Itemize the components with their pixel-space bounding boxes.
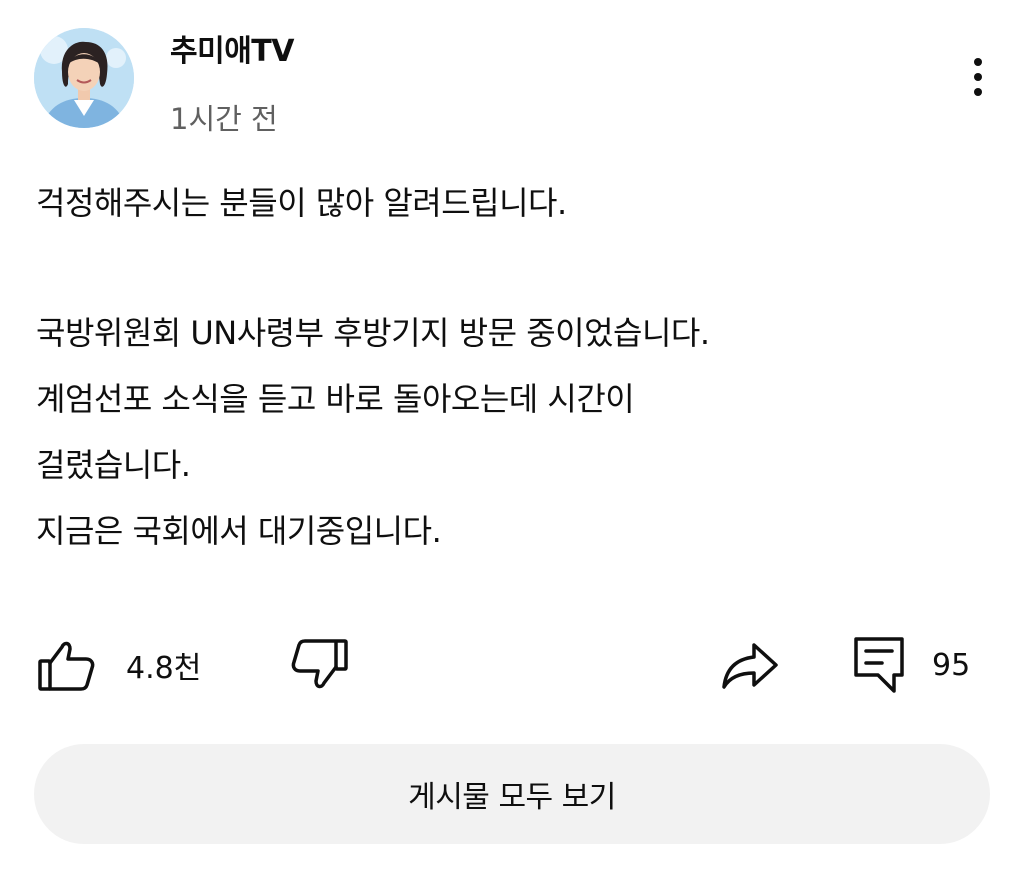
- share-button[interactable]: [720, 634, 780, 696]
- post-time: 1시간 전: [170, 102, 278, 136]
- like-button[interactable]: [36, 634, 98, 696]
- post-line: 걱정해주시는 분들이 많아 알려드립니다.: [36, 184, 567, 222]
- like-count: 4.8천: [126, 651, 202, 686]
- comment-icon: [854, 637, 904, 693]
- comment-count: 95: [932, 647, 971, 683]
- post-line: 계엄선포 소식을 듣고 바로 돌아오는데 시간이: [36, 380, 635, 418]
- thumbs-up-icon: [38, 641, 95, 691]
- profile-photo: [34, 28, 134, 128]
- avatar[interactable]: [34, 28, 134, 128]
- thumbs-down-icon: [291, 639, 348, 689]
- post-line: 걸렸습니다.: [36, 446, 191, 484]
- more-options-button[interactable]: [958, 52, 998, 102]
- post-text: 걱정해주시는 분들이 많아 알려드립니다. 국방위원회 UN사령부 후방기지 방…: [36, 170, 996, 564]
- view-all-posts-button[interactable]: 게시물 모두 보기: [34, 744, 990, 844]
- more-vert-icon: [974, 58, 982, 66]
- post-line: 국방위원회 UN사령부 후방기지 방문 중이었습니다.: [36, 314, 710, 352]
- channel-name[interactable]: 추미애TV: [170, 26, 294, 70]
- dislike-button[interactable]: [290, 634, 350, 696]
- comment-button[interactable]: [852, 634, 906, 696]
- share-icon: [722, 643, 778, 689]
- post-line: 지금은 국회에서 대기중입니다.: [36, 512, 442, 550]
